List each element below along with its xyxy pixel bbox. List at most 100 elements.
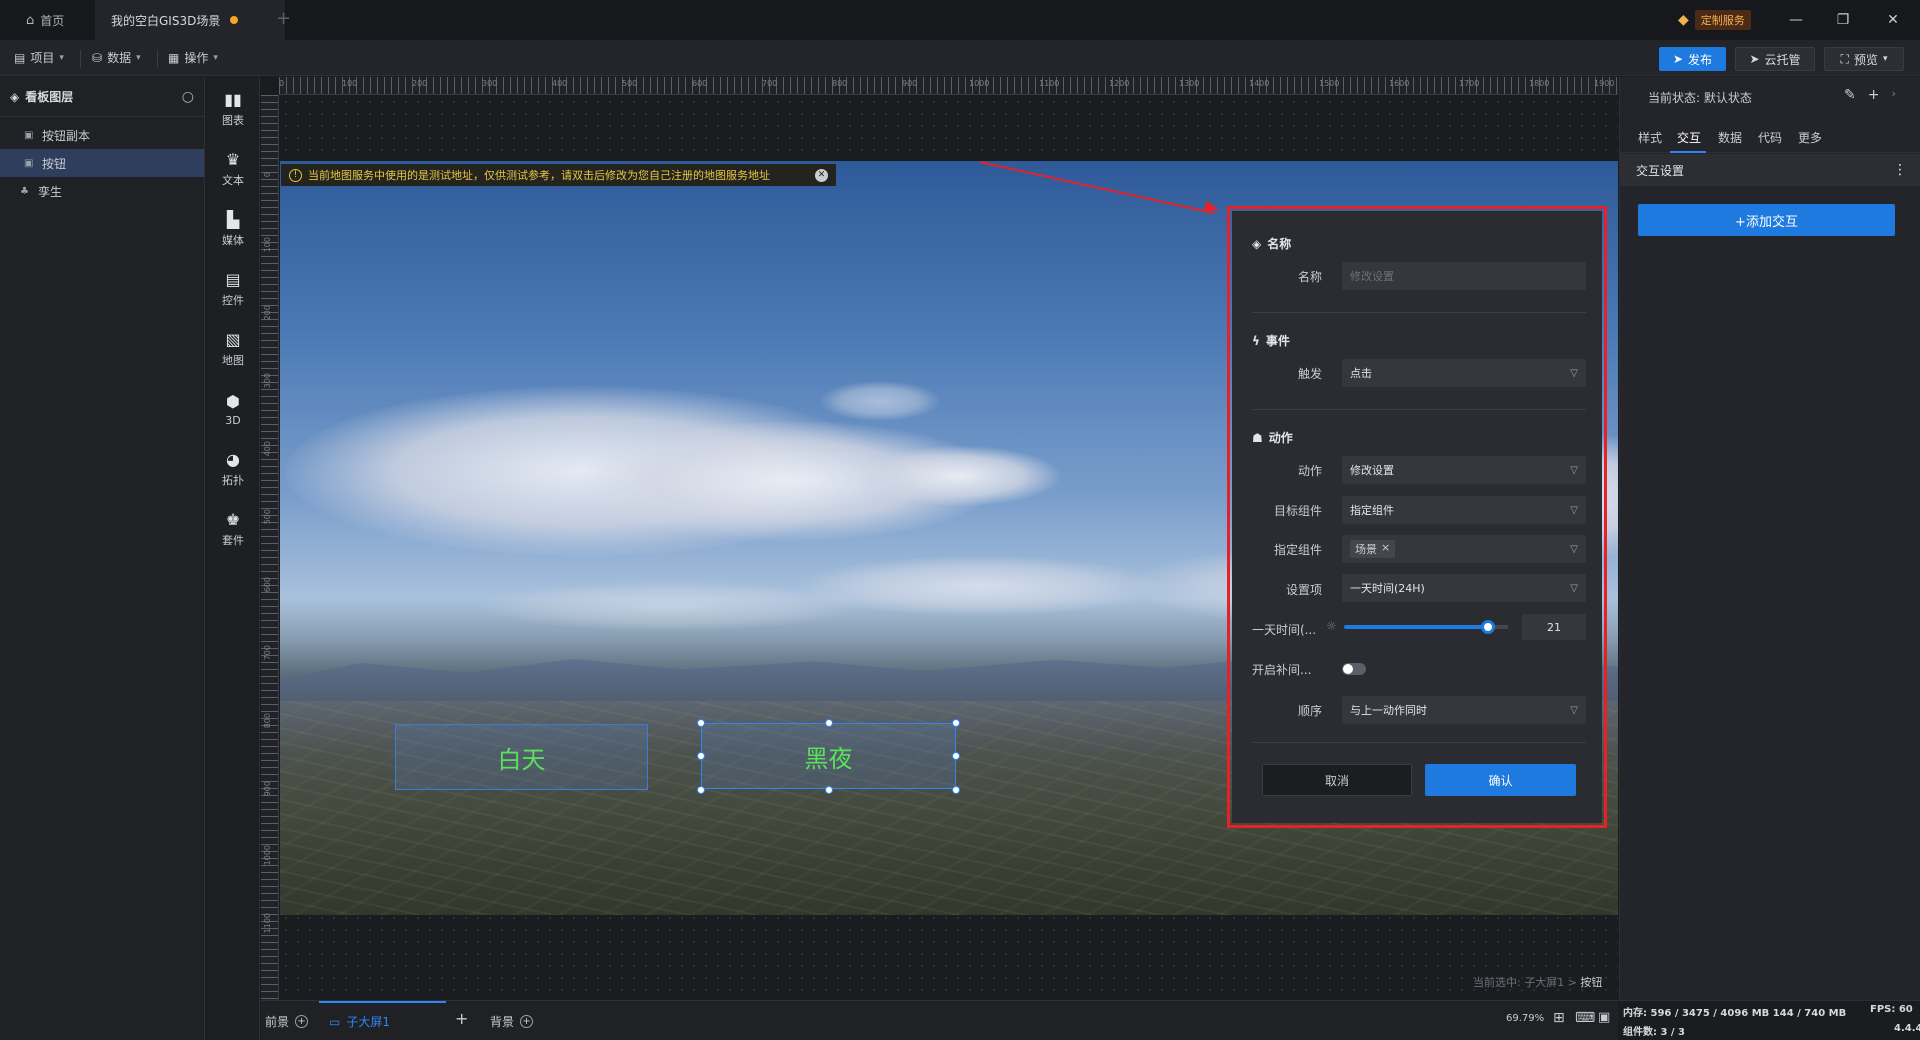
resize-handle[interactable]: [952, 719, 960, 727]
specify-label: 指定组件: [1273, 543, 1322, 557]
resize-handle[interactable]: [825, 719, 833, 727]
media-icon: ▙: [226, 210, 240, 229]
scene-tag[interactable]: 场景 ×: [1350, 540, 1396, 558]
component-chart[interactable]: ▮▮ 图表: [206, 79, 260, 139]
time-slider-handle[interactable]: [1481, 620, 1495, 634]
cloud-host-button[interactable]: ➤ 云托管: [1735, 47, 1815, 71]
selection-target: 按钮: [1580, 976, 1603, 989]
edit-icon[interactable]: ✎: [1844, 87, 1856, 103]
order-select[interactable]: 与上一动作同时 ▽: [1342, 696, 1586, 724]
specify-select[interactable]: 场景 × ▽: [1342, 535, 1586, 563]
tab-more[interactable]: 更多: [1798, 129, 1822, 146]
ruler-label: 100: [263, 237, 272, 253]
selection-breadcrumb: 当前选中: 子大屏1 > 按钮: [1473, 974, 1602, 990]
resize-handle[interactable]: [697, 719, 705, 727]
time-slider-track[interactable]: [1344, 625, 1488, 629]
resize-handle[interactable]: [697, 786, 705, 794]
layer-item-button-copy[interactable]: ▣ 按钮副本: [0, 121, 204, 149]
tween-toggle[interactable]: [1342, 663, 1366, 675]
publish-button[interactable]: ➤ 发布: [1659, 47, 1726, 71]
zoom-level: 69.79%: [1506, 1013, 1544, 1024]
tab-scene[interactable]: 我的空白GIS3D场景: [95, 0, 285, 40]
name-label: 名称: [1297, 270, 1322, 284]
add-state-icon[interactable]: +: [1868, 87, 1880, 103]
resize-handle[interactable]: [952, 752, 960, 760]
action-label: 动作: [1297, 464, 1322, 478]
tab-data[interactable]: 数据: [1718, 129, 1742, 146]
layer-item-button[interactable]: ▣ 按钮: [0, 149, 204, 177]
close-icon[interactable]: ✕: [1883, 10, 1903, 30]
component-media[interactable]: ▙ 媒体: [206, 199, 260, 259]
menu-data[interactable]: ⛁ 数据 ▾: [92, 49, 141, 66]
menu-bar: ▤ 项目 ▾ ⛁ 数据 ▾ ▦ 操作 ▾: [0, 40, 1920, 76]
custom-service-button[interactable]: ◆ 定制服务: [1678, 8, 1768, 32]
target-label: 目标组件: [1273, 504, 1322, 518]
resize-handle[interactable]: [952, 786, 960, 794]
interaction-settings-header: 交互设置 ⋮: [1620, 154, 1920, 186]
add-interaction-button[interactable]: +添加交互: [1638, 204, 1895, 236]
more-vertical-icon[interactable]: ⋮: [1893, 162, 1907, 178]
component-3d[interactable]: ⬢ 3D: [206, 379, 260, 439]
fullscreen-icon: ⛶: [1840, 51, 1849, 66]
grid-icon: ▦: [168, 50, 180, 65]
resize-handle[interactable]: [697, 752, 705, 760]
tag-close-icon[interactable]: ×: [1381, 541, 1390, 557]
resize-handle[interactable]: [825, 786, 833, 794]
tab-screen1[interactable]: ▭ 子大屏1: [329, 1013, 390, 1030]
component-topology[interactable]: ◕ 拓扑: [206, 439, 260, 499]
ruler-label: 1200: [1109, 79, 1130, 88]
cube-icon: ⬢: [226, 391, 240, 411]
night-button-label: 黑夜: [804, 744, 853, 773]
restore-icon[interactable]: ❐: [1833, 10, 1853, 30]
layer-item-twin[interactable]: ♣ 孪生: [0, 177, 204, 205]
target-select[interactable]: 指定组件 ▽: [1342, 496, 1586, 524]
suite-icon: ♚: [225, 510, 241, 529]
setting-select[interactable]: 一天时间(24H) ▽: [1342, 574, 1586, 602]
chevron-right-icon[interactable]: ›: [1891, 87, 1895, 103]
tab-background-label: 背景: [490, 1015, 515, 1029]
keyboard-icon[interactable]: ⌨: [1575, 1010, 1595, 1026]
fit-screen-icon[interactable]: ⊞: [1553, 1010, 1565, 1026]
component-control[interactable]: ▤ 控件: [206, 259, 260, 319]
confirm-button[interactable]: 确认: [1425, 764, 1576, 796]
tab-interaction[interactable]: 交互: [1677, 129, 1701, 146]
minimize-icon[interactable]: —: [1786, 10, 1806, 30]
terminal-icon[interactable]: ▣: [1598, 1010, 1610, 1025]
night-button[interactable]: 黑夜: [701, 723, 956, 789]
add-circle-icon[interactable]: +: [520, 1015, 534, 1028]
ruler-label: 400: [263, 441, 272, 457]
preview-button[interactable]: ⛶ 预览 ▾: [1824, 47, 1904, 71]
selection-path: 当前选中: 子大屏1 >: [1473, 976, 1577, 989]
action-select[interactable]: 修改设置 ▽: [1342, 456, 1586, 484]
layers-title: 看板图层: [25, 90, 74, 104]
time-label: 一天时间(...: [1252, 623, 1317, 637]
close-warning-icon[interactable]: ✕: [815, 168, 828, 182]
time-number-input[interactable]: 21: [1522, 614, 1586, 640]
zoom-value: 69.79%: [1506, 1013, 1545, 1024]
tab-code[interactable]: 代码: [1758, 129, 1782, 146]
tab-home[interactable]: ⌂ 首页: [10, 0, 90, 40]
tab-style[interactable]: 样式: [1638, 129, 1662, 146]
tab-foreground[interactable]: 前景 +: [265, 1013, 309, 1030]
search-icon[interactable]: ○: [182, 89, 194, 105]
menu-operate[interactable]: ▦ 操作 ▾: [168, 49, 218, 66]
tab-background[interactable]: 背景 +: [490, 1013, 534, 1030]
component-map[interactable]: ▧ 地图: [206, 319, 260, 379]
cancel-button[interactable]: 取消: [1262, 764, 1412, 796]
name-input[interactable]: 修改设置: [1342, 262, 1586, 290]
chevron-down-icon: ▾: [59, 52, 64, 63]
add-tab-button[interactable]: +: [276, 8, 291, 29]
layer-item-label: 按钮: [42, 156, 67, 171]
cancel-label: 取消: [1324, 773, 1349, 788]
add-circle-icon[interactable]: +: [295, 1015, 309, 1028]
component-bar: ▮▮ 图表 ♛ 文本 ▙ 媒体 ▤ 控件 ▧ 地图 ⬢ 3D ◕ 拓扑 ♚ 套件: [206, 77, 260, 1040]
add-screen-button[interactable]: +: [455, 1009, 468, 1028]
day-button[interactable]: 白天: [395, 724, 648, 790]
component-suite[interactable]: ♚ 套件: [206, 499, 260, 559]
trigger-select[interactable]: 点击 ▽: [1342, 359, 1586, 387]
component-text[interactable]: ♛ 文本: [206, 139, 260, 199]
chevron-down-icon: ▽: [1570, 367, 1578, 379]
component-label: 3D: [225, 413, 241, 427]
text-icon: ♛: [225, 150, 241, 169]
menu-project[interactable]: ▤ 项目 ▾: [14, 49, 64, 66]
